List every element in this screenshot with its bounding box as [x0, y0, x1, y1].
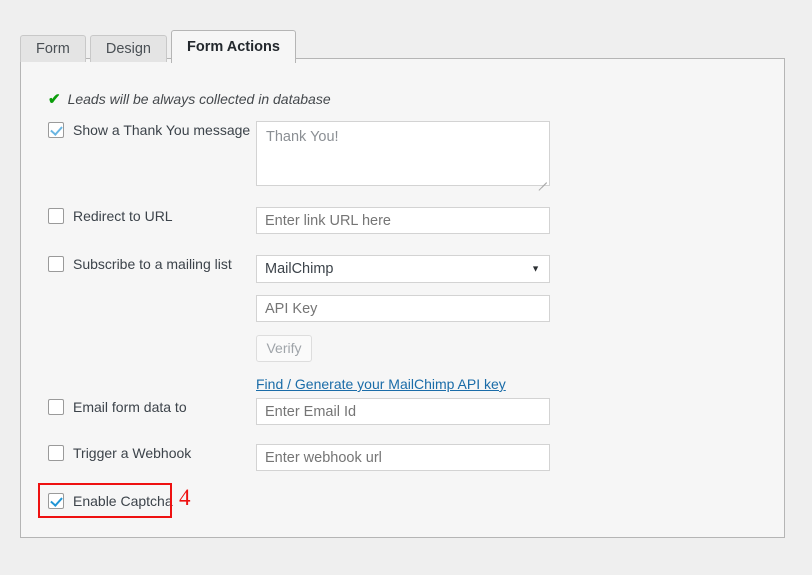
row-redirect-url: Redirect to URL: [48, 207, 774, 234]
subscribe-fields-group: MailChimp ▼ Verify Find / Generate your …: [256, 255, 550, 392]
mailing-list-provider-select[interactable]: MailChimp ▼: [256, 255, 550, 283]
redirect-url-input[interactable]: [256, 207, 550, 234]
mailing-list-provider-value: MailChimp: [265, 261, 334, 277]
label-email-form-data: Email form data to: [73, 399, 187, 415]
webhook-label-cell: Trigger a Webhook: [48, 444, 256, 461]
tab-form[interactable]: Form: [20, 35, 86, 62]
email-label-cell: Email form data to: [48, 398, 256, 415]
thank-you-message-textarea[interactable]: Thank You!: [256, 121, 550, 191]
label-enable-captcha: Enable Captcha: [73, 493, 173, 509]
tab-bar: Form Design Form Actions: [20, 29, 300, 63]
label-redirect-to-url: Redirect to URL: [73, 208, 173, 224]
checkbox-redirect-to-url[interactable]: [48, 208, 64, 224]
label-trigger-webhook: Trigger a Webhook: [73, 445, 192, 461]
api-key-help-link[interactable]: Find / Generate your MailChimp API key: [256, 376, 506, 392]
row-trigger-webhook: Trigger a Webhook: [48, 444, 774, 471]
tab-design[interactable]: Design: [89, 35, 167, 62]
webhook-url-input[interactable]: [256, 444, 550, 471]
email-id-input[interactable]: [256, 398, 550, 425]
checkbox-trigger-webhook[interactable]: [48, 445, 64, 461]
resize-grip-icon[interactable]: [536, 173, 547, 191]
chevron-down-icon: ▼: [531, 263, 540, 274]
api-key-input[interactable]: [256, 295, 550, 322]
row-thank-you: Show a Thank You message Thank You!: [48, 121, 774, 191]
annotation-step-number: 4: [179, 485, 191, 510]
check-icon: ✔: [48, 90, 61, 108]
row-email-form-data: Email form data to: [48, 398, 774, 425]
tab-form-actions[interactable]: Form Actions: [170, 30, 296, 63]
checkbox-email-form-data[interactable]: [48, 399, 64, 415]
form-actions-panel: ✔ Leads will be always collected in data…: [20, 58, 785, 538]
leads-notice-label: Leads will be always collected in databa…: [67, 91, 331, 107]
captcha-label-cell: Enable Captcha: [48, 492, 256, 509]
row-enable-captcha: Enable Captcha: [48, 492, 774, 509]
row-subscribe-mailing-list: Subscribe to a mailing list MailChimp ▼ …: [48, 255, 774, 392]
thank-you-message-value: Thank You!: [266, 129, 339, 145]
checkbox-enable-captcha[interactable]: [48, 493, 64, 509]
subscribe-label-cell: Subscribe to a mailing list: [48, 255, 256, 272]
label-show-thank-you: Show a Thank You message: [73, 122, 251, 138]
checkbox-show-thank-you[interactable]: [48, 122, 64, 138]
redirect-label-cell: Redirect to URL: [48, 207, 256, 224]
leads-notice: ✔ Leads will be always collected in data…: [48, 91, 331, 107]
checkbox-subscribe-mailing-list[interactable]: [48, 256, 64, 272]
verify-button[interactable]: Verify: [256, 335, 312, 362]
thank-you-label-cell: Show a Thank You message: [48, 121, 256, 138]
label-subscribe-mailing-list: Subscribe to a mailing list: [73, 256, 232, 272]
